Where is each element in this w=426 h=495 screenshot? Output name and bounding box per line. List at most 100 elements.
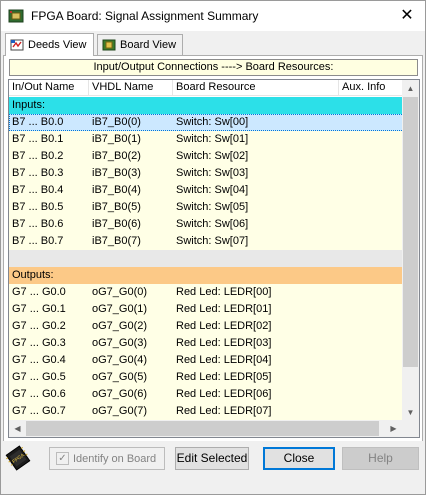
column-header-io-name[interactable]: In/Out Name <box>9 80 89 96</box>
io-name-cell: G7 ... G0.0 <box>12 286 66 298</box>
board-resource-cell: Switch: Sw[06] <box>176 218 249 230</box>
board-resource-cell: Red Led: LEDR[02] <box>176 320 272 332</box>
section-label: Outputs: <box>12 269 54 281</box>
scroll-right-arrow-icon[interactable]: ▶ <box>385 420 402 437</box>
vhdl-name-cell: iB7_B0(1) <box>92 133 141 145</box>
table-row[interactable]: B7 ... B0.3 iB7_B0(3) Switch: Sw[03] <box>9 165 404 182</box>
board-resource-cell: Switch: Sw[03] <box>176 167 249 179</box>
table-row[interactable]: G7 ... G0.6 oG7_G0(6) Red Led: LEDR[06] <box>9 386 404 403</box>
table-row[interactable]: B7 ... B0.0 iB7_B0(0) Switch: Sw[00] <box>9 114 404 131</box>
table-row[interactable]: B7 ... B0.4 iB7_B0(4) Switch: Sw[04] <box>9 182 404 199</box>
board-resource-cell: Switch: Sw[01] <box>176 133 249 145</box>
vhdl-name-cell: iB7_B0(6) <box>92 218 141 230</box>
inputs-section-row[interactable]: Inputs: <box>9 97 404 114</box>
board-resource-cell: Red Led: LEDR[05] <box>176 371 272 383</box>
scroll-down-arrow-icon[interactable]: ▼ <box>402 404 419 421</box>
board-resource-cell: Switch: Sw[05] <box>176 201 249 213</box>
identify-on-board-label: Identify on Board <box>73 452 157 465</box>
aux-info-cell <box>339 114 404 131</box>
signal-list[interactable]: In/Out Name VHDL Name Board Resource Aux… <box>8 79 420 438</box>
horizontal-scroll-thumb[interactable] <box>26 421 379 436</box>
aux-info-cell <box>339 386 404 403</box>
edit-selected-button[interactable]: Edit Selected <box>175 447 249 470</box>
aux-info-cell <box>339 301 404 318</box>
vhdl-name-cell: oG7_G0(1) <box>92 303 148 315</box>
scroll-left-arrow-icon[interactable]: ◀ <box>9 420 26 437</box>
io-name-cell: G7 ... G0.2 <box>12 320 66 332</box>
close-button[interactable]: Close <box>263 447 335 470</box>
board-resource-cell: Switch: Sw[07] <box>176 235 249 247</box>
horizontal-scrollbar[interactable]: ◀ ▶ <box>9 420 419 437</box>
table-row[interactable]: B7 ... B0.1 iB7_B0(1) Switch: Sw[01] <box>9 131 404 148</box>
board-resource-cell: Red Led: LEDR[06] <box>176 388 272 400</box>
vhdl-name-cell: oG7_G0(0) <box>92 286 148 298</box>
vhdl-name-cell: iB7_B0(5) <box>92 201 141 213</box>
connections-header: Input/Output Connections ----> Board Res… <box>9 59 418 76</box>
column-header-vhdl-name[interactable]: VHDL Name <box>89 80 173 96</box>
help-button[interactable]: Help <box>342 447 419 470</box>
table-row[interactable]: G7 ... G0.0 oG7_G0(0) Red Led: LEDR[00] <box>9 284 404 301</box>
vhdl-name-cell: iB7_B0(4) <box>92 184 141 196</box>
vhdl-name-cell: oG7_G0(2) <box>92 320 148 332</box>
io-name-cell: B7 ... B0.4 <box>12 184 64 196</box>
outputs-section-row[interactable]: Outputs: <box>9 267 404 284</box>
scroll-up-arrow-icon[interactable]: ▲ <box>402 80 419 97</box>
table-row[interactable]: B7 ... B0.5 iB7_B0(5) Switch: Sw[05] <box>9 199 404 216</box>
io-name-cell: B7 ... B0.7 <box>12 235 64 247</box>
aux-info-cell <box>339 148 404 165</box>
aux-info-cell <box>339 233 404 250</box>
aux-info-cell <box>339 369 404 386</box>
window-close-button[interactable]: ✕ <box>389 1 425 31</box>
signal-assignment-window: FPGA Board: Signal Assignment Summary ✕ … <box>0 0 426 495</box>
table-row[interactable]: G7 ... G0.5 oG7_G0(5) Red Led: LEDR[05] <box>9 369 404 386</box>
table-row[interactable]: B7 ... B0.6 iB7_B0(6) Switch: Sw[06] <box>9 216 404 233</box>
spacer-row <box>9 250 404 267</box>
vhdl-name-cell: oG7_G0(4) <box>92 354 148 366</box>
io-name-cell: B7 ... B0.6 <box>12 218 64 230</box>
deeds-view-panel: Input/Output Connections ----> Board Res… <box>3 56 423 441</box>
board-resource-cell: Red Led: LEDR[03] <box>176 337 272 349</box>
board-resource-cell: Red Led: LEDR[00] <box>176 286 272 298</box>
title-bar[interactable]: FPGA Board: Signal Assignment Summary ✕ <box>1 1 425 31</box>
aux-info-cell <box>339 352 404 369</box>
scroll-corner <box>402 420 419 437</box>
aux-info-cell <box>339 284 404 301</box>
board-resource-cell: Red Led: LEDR[01] <box>176 303 272 315</box>
tab-label: Deeds View <box>28 39 87 51</box>
table-row[interactable]: B7 ... B0.2 iB7_B0(2) Switch: Sw[02] <box>9 148 404 165</box>
checkbox-checked-icon: ✓ <box>56 452 69 465</box>
board-chip-icon <box>102 39 116 51</box>
aux-info-cell <box>339 182 404 199</box>
aux-info-cell <box>339 165 404 182</box>
table-row[interactable]: G7 ... G0.7 oG7_G0(7) Red Led: LEDR[07] <box>9 403 404 420</box>
board-resource-cell: Red Led: LEDR[04] <box>176 354 272 366</box>
table-row[interactable]: G7 ... G0.2 oG7_G0(2) Red Led: LEDR[02] <box>9 318 404 335</box>
vhdl-name-cell: iB7_B0(7) <box>92 235 141 247</box>
vhdl-name-cell: oG7_G0(5) <box>92 371 148 383</box>
aux-info-cell <box>339 318 404 335</box>
column-header-aux-info[interactable]: Aux. Info <box>339 80 404 96</box>
fpga-chip-icon: FPGA <box>5 445 31 471</box>
fpga-board-icon <box>8 9 24 23</box>
io-name-cell: G7 ... G0.3 <box>12 337 66 349</box>
table-row[interactable]: G7 ... G0.1 oG7_G0(1) Red Led: LEDR[01] <box>9 301 404 318</box>
table-row[interactable]: G7 ... G0.3 oG7_G0(3) Red Led: LEDR[03] <box>9 335 404 352</box>
io-name-cell: G7 ... G0.6 <box>12 388 66 400</box>
table-row[interactable]: B7 ... B0.7 iB7_B0(7) Switch: Sw[07] <box>9 233 404 250</box>
vhdl-name-cell: oG7_G0(3) <box>92 337 148 349</box>
io-name-cell: G7 ... G0.5 <box>12 371 66 383</box>
vertical-scrollbar[interactable]: ▲ ▼ <box>402 80 419 421</box>
window-title: FPGA Board: Signal Assignment Summary <box>31 9 259 23</box>
tab-label: Board View <box>120 39 177 51</box>
table-row[interactable]: G7 ... G0.4 oG7_G0(4) Red Led: LEDR[04] <box>9 352 404 369</box>
tab-board-view[interactable]: Board View <box>97 34 184 55</box>
aux-info-cell <box>339 216 404 233</box>
identify-on-board-checkbox[interactable]: ✓ Identify on Board <box>49 447 165 470</box>
column-header-board-resource[interactable]: Board Resource <box>173 80 339 96</box>
view-tabs: Deeds View Board View <box>3 33 423 56</box>
aux-info-cell <box>339 335 404 352</box>
dialog-button-bar: FPGA ✓ Identify on Board Edit Selected C… <box>1 441 425 494</box>
tab-deeds-view[interactable]: Deeds View <box>5 33 94 56</box>
signal-rows: Inputs: B7 ... B0.0 iB7_B0(0) Switch: Sw… <box>9 97 404 420</box>
vertical-scroll-thumb[interactable] <box>403 97 418 367</box>
